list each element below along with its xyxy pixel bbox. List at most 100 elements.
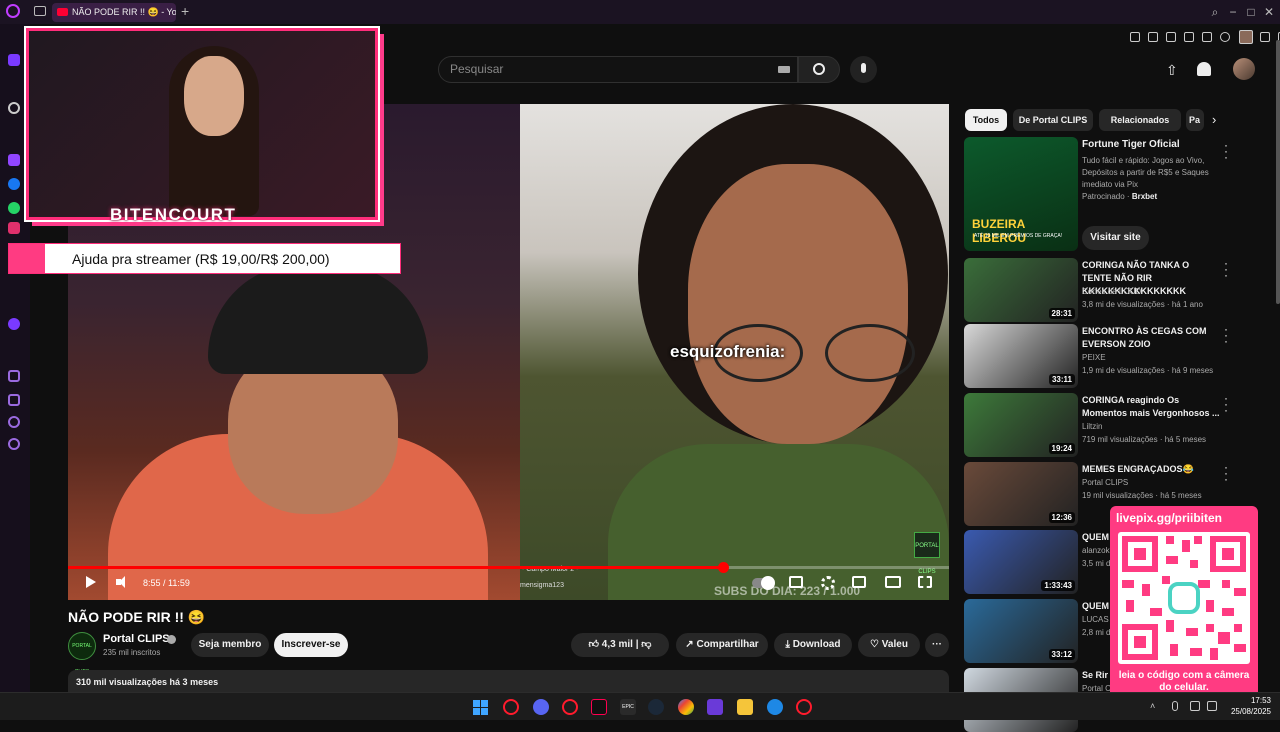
recommendation-title[interactable]: MEMES ENGRAÇADOS😂 (1082, 463, 1220, 476)
whatsapp-icon[interactable] (8, 202, 20, 214)
tab-islands-icon[interactable] (34, 6, 46, 16)
new-tab-button[interactable]: + (181, 3, 195, 19)
chip-all[interactable]: Todos (965, 109, 1007, 131)
play-button[interactable] (86, 576, 96, 588)
app-icon[interactable] (707, 699, 723, 715)
ad-title[interactable]: Fortune Tiger Oficial (1082, 139, 1180, 150)
wallet-icon[interactable] (1184, 32, 1194, 42)
recommendation-menu-icon[interactable]: ··· (1224, 461, 1228, 485)
recommendation-title[interactable]: ENCONTRO ÀS CEGAS COM EVERSON ZOIO (1082, 325, 1220, 351)
autoplay-toggle[interactable] (752, 576, 775, 590)
settings-sidebar-icon[interactable] (8, 102, 20, 114)
recommendation-thumbnail[interactable]: 12:36 (964, 462, 1078, 526)
settings-gear-icon[interactable] (821, 576, 835, 590)
recommendation-thumbnail[interactable]: 19:24 (964, 393, 1078, 457)
recommendation-menu-icon[interactable]: ··· (1224, 392, 1228, 416)
create-upload-icon[interactable]: ⇧ (1166, 62, 1178, 79)
twitch-icon[interactable] (8, 154, 20, 166)
clock-date[interactable]: 25/08/2025 (1221, 707, 1271, 716)
clock-time[interactable]: 17:53 (1231, 696, 1271, 705)
snapshot-icon[interactable] (1148, 32, 1158, 42)
browser-tab-active[interactable]: NÃO PODE RIR !! 😆 - You (52, 3, 176, 22)
close-button[interactable]: ✕ (1262, 5, 1276, 19)
download-button[interactable]: ⤓ Download (774, 633, 852, 657)
keyboard-icon[interactable] (778, 66, 790, 73)
recommendation-menu-icon[interactable]: ··· (1224, 323, 1228, 347)
chip-from-channel[interactable]: De Portal CLIPS (1013, 109, 1093, 131)
miniplayer-icon[interactable] (852, 576, 866, 588)
pinboard-icon[interactable] (8, 370, 20, 382)
thumbs-down-icon[interactable]: | 👎︎ (633, 639, 652, 650)
shield-icon[interactable] (1166, 32, 1176, 42)
minimize-button[interactable]: − (1226, 5, 1240, 19)
opera-active-icon[interactable] (796, 699, 812, 715)
tiktok-icon[interactable] (591, 699, 607, 715)
recommendation-channel[interactable]: Liltzin (1082, 422, 1102, 431)
channel-name[interactable]: Portal CLIPS (103, 633, 170, 645)
thanks-button[interactable]: ♡ Valeu (858, 633, 920, 657)
epic-games-icon[interactable]: EPIC (620, 699, 636, 715)
subtitles-icon[interactable] (789, 576, 803, 588)
progress-bar[interactable] (68, 562, 949, 573)
channel-avatar[interactable]: PORTAL CLIPS (68, 632, 96, 675)
recommendation-channel[interactable]: Cortes da LOUD (1082, 287, 1141, 296)
profile-icon[interactable] (1239, 30, 1253, 44)
fullscreen-icon[interactable] (918, 576, 932, 588)
more-actions-button[interactable]: ··· (925, 633, 949, 657)
share-button[interactable]: ↗ Compartilhar (676, 633, 768, 657)
recommendation-title[interactable]: CORINGA reagindo Os Momentos mais Vergon… (1082, 394, 1220, 420)
opera-taskbar-icon[interactable] (503, 699, 519, 715)
recommendation-thumbnail[interactable]: 33:12 (964, 599, 1078, 663)
recommendation-channel[interactable]: PEIXE (1082, 353, 1106, 362)
music-player-icon[interactable] (8, 318, 20, 330)
search-button[interactable] (798, 56, 840, 83)
ad-thumbnail[interactable]: BUZEIRA LIBEROU ATÉ 10 MIL EM PRÊMIOS DE… (964, 137, 1078, 251)
pin-icon[interactable] (1130, 32, 1140, 42)
speaker-icon[interactable] (1207, 701, 1217, 711)
recommendation-channel[interactable]: LUCAS (1082, 615, 1109, 624)
search-tabs-icon[interactable]: ⌕ (1208, 5, 1222, 19)
account-avatar[interactable] (1233, 58, 1255, 80)
recommendation-thumbnail[interactable]: 28:31 (964, 258, 1078, 322)
description-box[interactable]: 310 mil visualizações há 3 meses (68, 670, 949, 692)
theater-mode-icon[interactable] (885, 576, 901, 588)
volume-icon[interactable] (116, 576, 130, 588)
chevron-right-icon[interactable]: › (1212, 112, 1216, 127)
file-explorer-icon[interactable] (737, 699, 753, 715)
channel-watermark[interactable]: PORTAL CLIPS (914, 532, 940, 575)
copilot-icon[interactable] (678, 699, 694, 715)
join-button[interactable]: Seja membro (191, 633, 269, 657)
search-input[interactable]: Pesquisar (438, 56, 798, 83)
subscribe-button[interactable]: Inscrever-se (274, 633, 348, 657)
steam-icon[interactable] (648, 699, 664, 715)
opera-logo-icon[interactable] (6, 4, 20, 18)
opera-gx-icon[interactable] (562, 699, 578, 715)
discord-icon[interactable] (533, 699, 549, 715)
tray-chevron-icon[interactable]: ˄ (1150, 701, 1160, 711)
voice-search-button[interactable] (850, 56, 877, 83)
sidebar-settings-icon[interactable] (8, 438, 20, 450)
instagram-icon[interactable] (8, 222, 20, 234)
downloads-icon[interactable] (1260, 32, 1270, 42)
microphone-tray-icon[interactable] (1172, 701, 1178, 711)
recommendation-thumbnail[interactable]: 33:11 (964, 324, 1078, 388)
maximize-button[interactable]: □ (1244, 5, 1258, 19)
chip-truncated[interactable]: Pa (1186, 109, 1204, 131)
heart-icon[interactable] (1220, 32, 1230, 42)
visit-site-button[interactable]: Visitar site (1082, 226, 1149, 250)
windows-start-button[interactable] (473, 700, 488, 715)
notifications-bell-icon[interactable] (1197, 62, 1211, 76)
recommendation-menu-icon[interactable]: ··· (1224, 257, 1228, 281)
thumbs-up-icon[interactable]: 👍︎ (589, 639, 602, 650)
aria-icon[interactable] (8, 54, 20, 66)
network-icon[interactable] (1190, 701, 1200, 711)
history-icon[interactable] (8, 416, 20, 428)
recommendation-channel[interactable]: Portal CLIPS (1082, 478, 1128, 487)
tabs-icon[interactable] (8, 394, 20, 406)
player-icon[interactable] (1202, 32, 1212, 42)
recommendation-thumbnail[interactable]: 1:33:43 (964, 530, 1078, 594)
chip-related[interactable]: Relacionados (1099, 109, 1181, 131)
page-scrollbar[interactable] (1276, 40, 1280, 304)
messenger-icon[interactable] (8, 178, 20, 190)
ad-menu-icon[interactable]: · · · (1224, 139, 1228, 163)
